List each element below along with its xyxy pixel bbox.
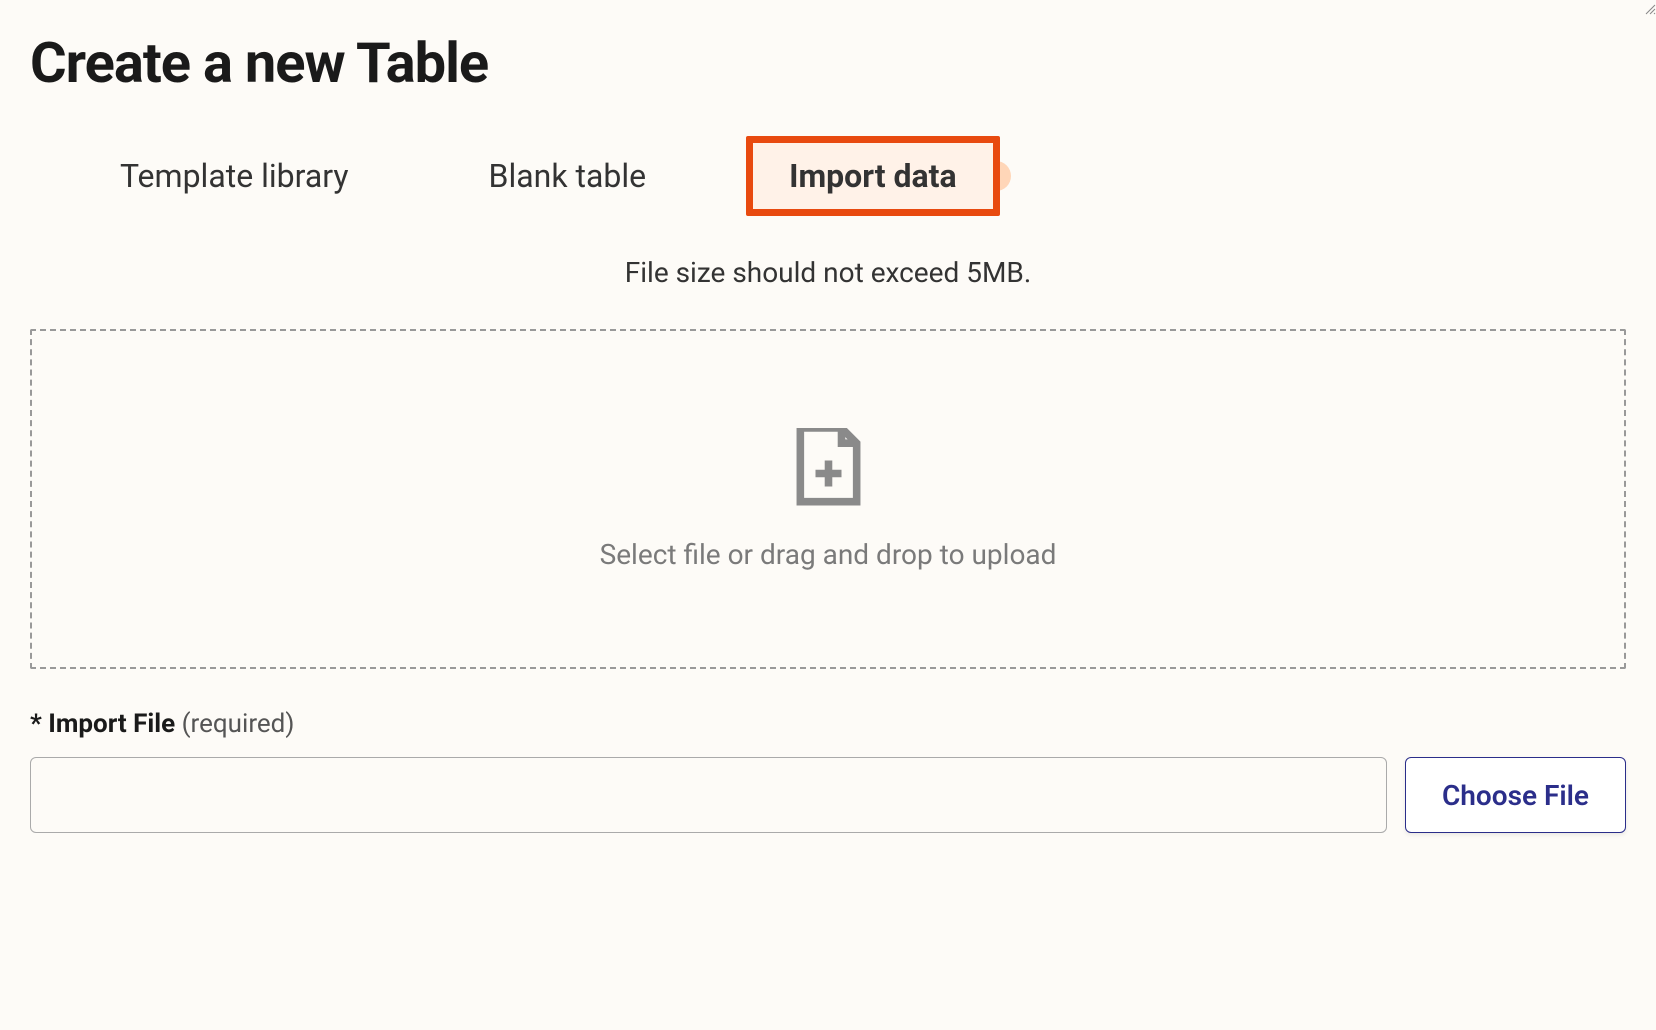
required-mark: * xyxy=(30,709,42,739)
file-add-icon xyxy=(796,428,861,510)
import-file-label-row: * Import File (required) xyxy=(30,709,1626,739)
dropzone-text: Select file or drag and drop to upload xyxy=(600,538,1057,571)
file-input-row: Choose File xyxy=(30,757,1626,833)
tab-import-data[interactable]: Import data xyxy=(746,136,1000,216)
active-tab-indicator-icon xyxy=(981,161,1011,191)
import-file-label: Import File xyxy=(48,709,175,739)
page-title: Create a new Table xyxy=(30,30,1626,96)
tab-template-library[interactable]: Template library xyxy=(80,136,389,216)
import-file-input[interactable] xyxy=(30,757,1387,833)
tabs-container: Template library Blank table Import data xyxy=(80,136,1626,216)
required-text: (required) xyxy=(182,709,295,739)
resize-handle-icon[interactable] xyxy=(1644,0,1656,12)
choose-file-button[interactable]: Choose File xyxy=(1405,757,1626,833)
file-size-hint: File size should not exceed 5MB. xyxy=(30,256,1626,289)
tab-import-data-label: Import data xyxy=(789,157,957,195)
file-dropzone[interactable]: Select file or drag and drop to upload xyxy=(30,329,1626,669)
tab-blank-table[interactable]: Blank table xyxy=(449,136,687,216)
